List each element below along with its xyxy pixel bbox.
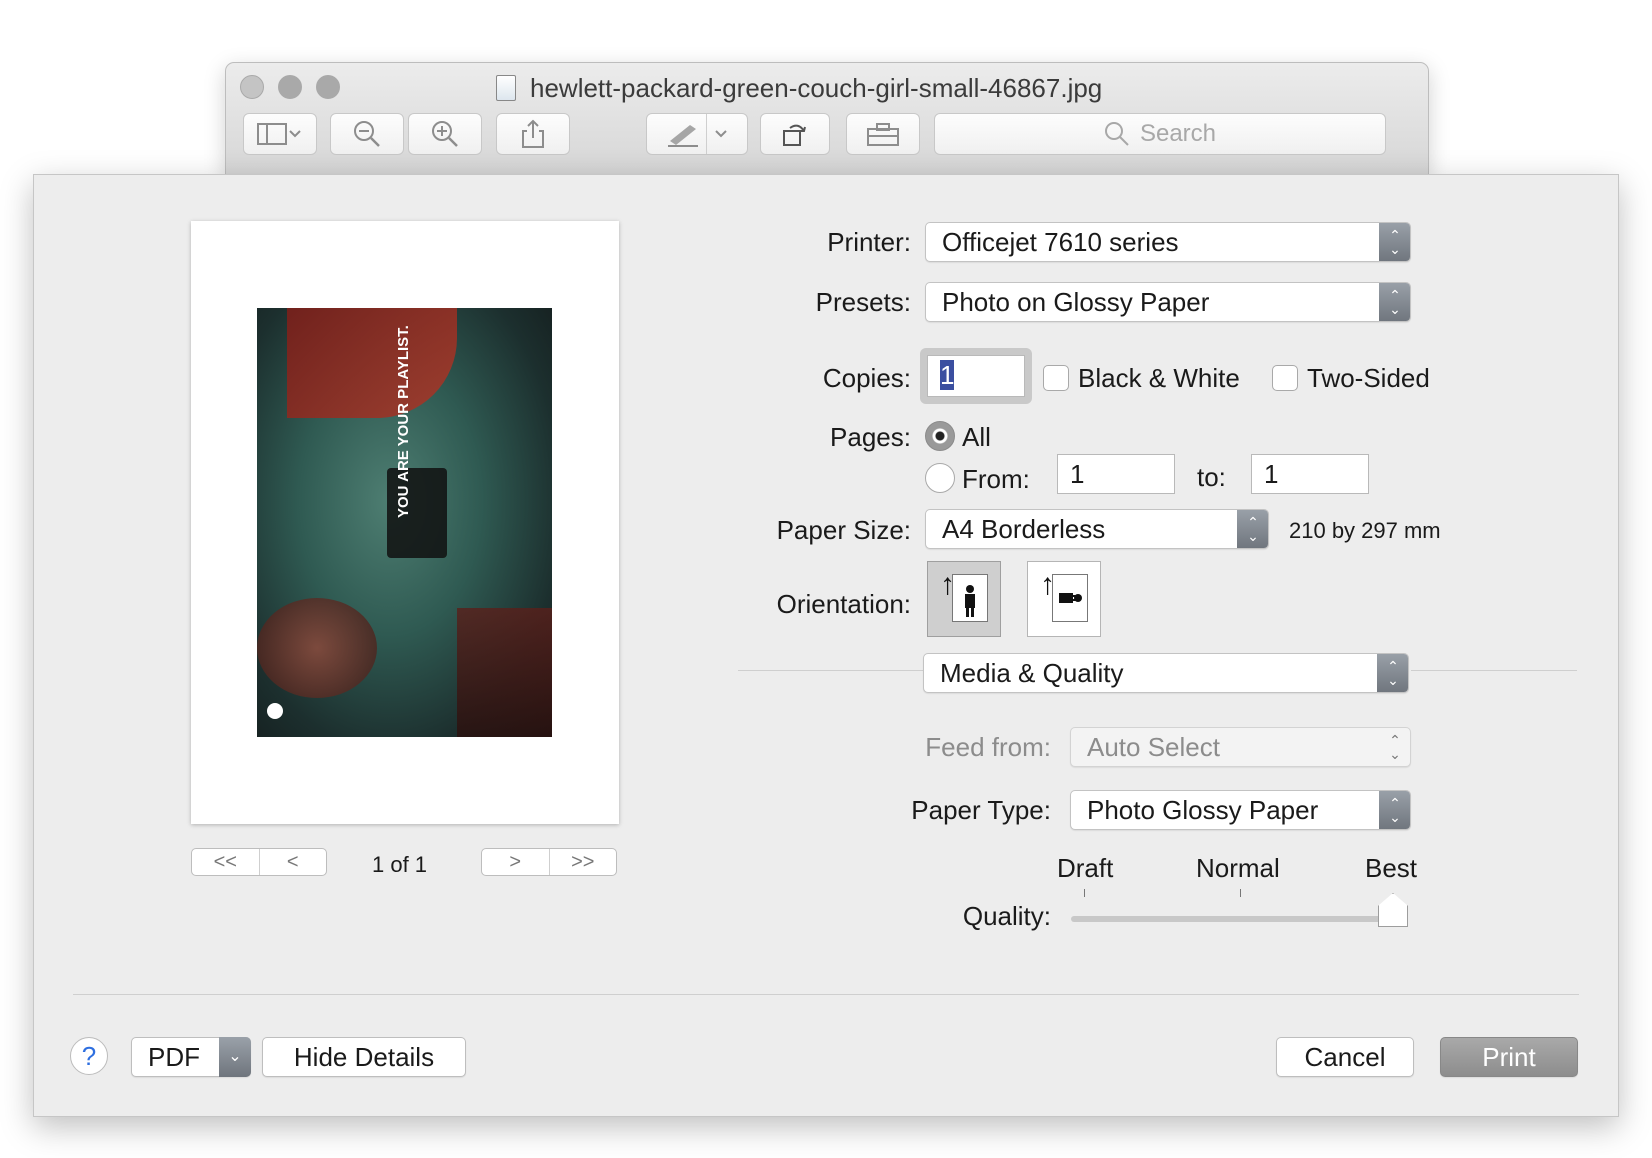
quality-tick-draft <box>1084 889 1085 897</box>
orientation-portrait-button[interactable]: ↑ <box>927 561 1001 637</box>
quality-best-label: Best <box>1365 853 1418 883</box>
cancel-button[interactable]: Cancel <box>1276 1037 1414 1077</box>
zoom-in-icon <box>432 121 458 147</box>
up-arrow-icon: ↑ <box>1040 568 1055 601</box>
help-button[interactable]: ? <box>70 1037 108 1075</box>
section-divider-left <box>738 670 924 671</box>
updown-arrows-icon: ⌃ ⌄ <box>1379 223 1410 261</box>
quality-tick-normal <box>1240 889 1241 897</box>
next-page-button[interactable]: > <box>482 849 549 875</box>
preview-forward-nav[interactable]: > >> <box>481 848 617 876</box>
share-icon <box>522 119 544 148</box>
pages-to-field[interactable]: 1 <box>1251 454 1369 494</box>
updown-arrows-icon: ⌃ ⌄ <box>1389 732 1401 762</box>
zoom-out-button[interactable] <box>330 113 404 155</box>
search-placeholder: Search <box>1139 120 1217 147</box>
feed-from-label: Feed from: <box>925 732 1051 762</box>
chevron-down-icon <box>289 130 301 138</box>
footer-divider <box>73 994 1579 995</box>
chevron-down-icon <box>714 130 727 138</box>
pages-all-radio[interactable] <box>925 421 955 451</box>
print-button[interactable]: Print <box>1440 1037 1578 1077</box>
presets-label: Presets: <box>815 287 911 317</box>
quality-slider-track[interactable] <box>1071 916 1398 922</box>
photo-caption: YOU ARE YOUR PLAYLIST. <box>395 325 412 518</box>
updown-arrows-icon: ⌃ ⌄ <box>1237 510 1268 548</box>
sidebar-button[interactable] <box>243 113 317 155</box>
pages-from-label[interactable]: From: <box>962 464 1030 495</box>
minimize-window-button[interactable] <box>278 75 302 99</box>
paper-size-dimensions: 210 by 297 mm <box>1289 518 1441 543</box>
quality-label: Quality: <box>962 901 1051 931</box>
pdf-menu-button[interactable]: PDF ⌄ <box>131 1037 251 1077</box>
black-white-label[interactable]: Black & White <box>1078 363 1240 394</box>
updown-arrows-icon: ⌃ ⌄ <box>1379 791 1410 829</box>
zoom-in-button[interactable] <box>408 113 482 155</box>
sidebar-icon <box>257 123 287 145</box>
rotate-icon <box>783 124 806 146</box>
copies-label: Copies: <box>822 363 911 393</box>
section-popup[interactable]: Media & Quality ⌃ ⌄ <box>923 653 1409 693</box>
markup-button[interactable] <box>646 113 748 155</box>
preview-back-nav[interactable]: << < <box>191 848 327 876</box>
zoom-out-icon <box>354 121 380 147</box>
last-page-button[interactable]: >> <box>548 849 617 875</box>
up-arrow-icon: ↑ <box>940 568 955 601</box>
printer-label: Printer: <box>827 227 911 257</box>
copies-field[interactable]: 1 <box>927 355 1025 397</box>
document-icon <box>496 75 516 101</box>
pages-from-field[interactable]: 1 <box>1057 454 1175 494</box>
rotate-button[interactable] <box>760 113 830 155</box>
two-sided-checkbox[interactable] <box>1272 365 1298 391</box>
updown-arrows-icon: ⌃ ⌄ <box>1377 654 1408 692</box>
feed-from-popup: Auto Select ⌃ ⌄ <box>1070 727 1411 767</box>
pages-from-radio[interactable] <box>925 463 955 493</box>
pages-all-label[interactable]: All <box>962 422 991 453</box>
orientation-landscape-button[interactable]: ↑ <box>1027 561 1101 637</box>
updown-arrows-icon: ⌃ ⌄ <box>1379 283 1410 321</box>
first-page-button[interactable]: << <box>192 849 259 875</box>
previous-page-button[interactable]: < <box>258 849 327 875</box>
quality-normal-label: Normal <box>1196 853 1280 883</box>
search-field[interactable]: Search <box>934 113 1386 155</box>
share-button[interactable] <box>496 113 570 155</box>
pen-icon <box>667 125 698 147</box>
black-white-checkbox[interactable] <box>1043 365 1069 391</box>
window-title: hewlett-packard-green-couch-girl-small-4… <box>496 73 1102 104</box>
two-sided-label[interactable]: Two-Sided <box>1307 363 1430 394</box>
zoom-window-button[interactable] <box>316 75 340 99</box>
section-divider-right <box>1411 670 1577 671</box>
paper-size-popup[interactable]: A4 Borderless ⌃ ⌄ <box>925 509 1269 549</box>
landscape-page-icon <box>1052 574 1088 622</box>
chevron-down-icon: ⌄ <box>219 1037 251 1077</box>
page-indicator: 1 of 1 <box>372 852 428 877</box>
quality-draft-label: Draft <box>1057 853 1114 883</box>
printer-popup[interactable]: Officejet 7610 series ⌃ ⌄ <box>925 222 1411 262</box>
pages-label: Pages: <box>830 422 911 452</box>
toolbox-button[interactable] <box>846 113 920 155</box>
toolbox-icon <box>867 123 899 146</box>
hide-details-button[interactable]: Hide Details <box>262 1037 466 1077</box>
close-window-button[interactable] <box>240 75 264 99</box>
preview-photo: YOU ARE YOUR PLAYLIST. <box>257 308 552 737</box>
portrait-page-icon <box>952 574 988 622</box>
paper-type-popup[interactable]: Photo Glossy Paper ⌃ ⌄ <box>1070 790 1411 830</box>
magnifier-icon <box>1104 122 1129 146</box>
preview-window: hewlett-packard-green-couch-girl-small-4… <box>225 62 1429 176</box>
orientation-label: Orientation: <box>776 589 911 619</box>
presets-popup[interactable]: Photo on Glossy Paper ⌃ ⌄ <box>925 282 1411 322</box>
pages-to-label: to: <box>1197 462 1226 492</box>
paper-size-label: Paper Size: <box>776 515 911 545</box>
paper-type-label: Paper Type: <box>911 795 1051 825</box>
